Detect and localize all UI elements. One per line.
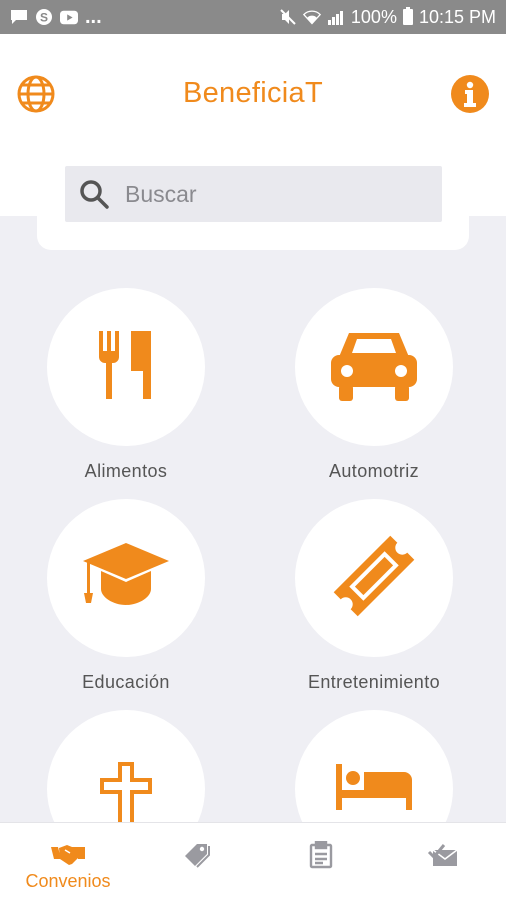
category-circle xyxy=(47,288,205,446)
skype-icon: S xyxy=(35,9,53,25)
chat-icon xyxy=(10,9,28,25)
mute-icon xyxy=(279,9,297,25)
utensils-icon xyxy=(97,330,155,404)
category-label: Alimentos xyxy=(84,461,168,481)
nav-mensajes[interactable] xyxy=(381,823,506,900)
nav-clipboard[interactable] xyxy=(258,823,384,900)
car-icon xyxy=(331,327,417,408)
bottom-navigation: Convenios xyxy=(0,822,506,900)
battery-percent: 100% xyxy=(350,6,397,27)
ticket-icon xyxy=(329,531,419,626)
nav-label: Convenios xyxy=(25,871,111,891)
battery-icon xyxy=(402,7,413,25)
signal-icon xyxy=(327,9,345,25)
bed-icon xyxy=(336,764,412,815)
nav-promociones[interactable] xyxy=(135,823,261,900)
category-circle xyxy=(295,288,453,446)
search-icon xyxy=(77,177,111,211)
notification-overflow: ... xyxy=(85,6,102,28)
search-box[interactable] xyxy=(65,166,442,222)
nav-convenios[interactable]: Convenios xyxy=(5,823,131,900)
clipboard-icon xyxy=(304,841,338,869)
tags-icon xyxy=(181,841,215,869)
svg-text:S: S xyxy=(40,11,48,25)
search-card xyxy=(37,142,469,250)
category-label: Automotriz xyxy=(328,461,420,481)
category-circle xyxy=(295,499,453,657)
category-label: Educación xyxy=(82,672,170,692)
info-icon[interactable] xyxy=(450,74,490,114)
envelope-check-icon xyxy=(427,841,461,869)
app-title: BeneficiaT xyxy=(182,77,323,109)
handshake-icon xyxy=(51,841,85,869)
category-circle xyxy=(47,499,205,657)
search-input[interactable] xyxy=(125,180,425,208)
category-educacion[interactable]: Educación xyxy=(26,499,226,693)
category-automotriz[interactable]: Automotriz xyxy=(274,288,474,482)
clock: 10:15 PM xyxy=(418,6,496,27)
category-entretenimiento[interactable]: Entretenimiento xyxy=(274,499,474,693)
category-alimentos[interactable]: Alimentos xyxy=(26,288,226,482)
youtube-icon xyxy=(60,9,78,25)
category-label: Entretenimiento xyxy=(307,672,441,692)
status-bar: S ... 100% 10:15 PM xyxy=(0,0,506,34)
graduation-cap-icon xyxy=(81,541,171,616)
wifi-icon xyxy=(302,9,321,25)
